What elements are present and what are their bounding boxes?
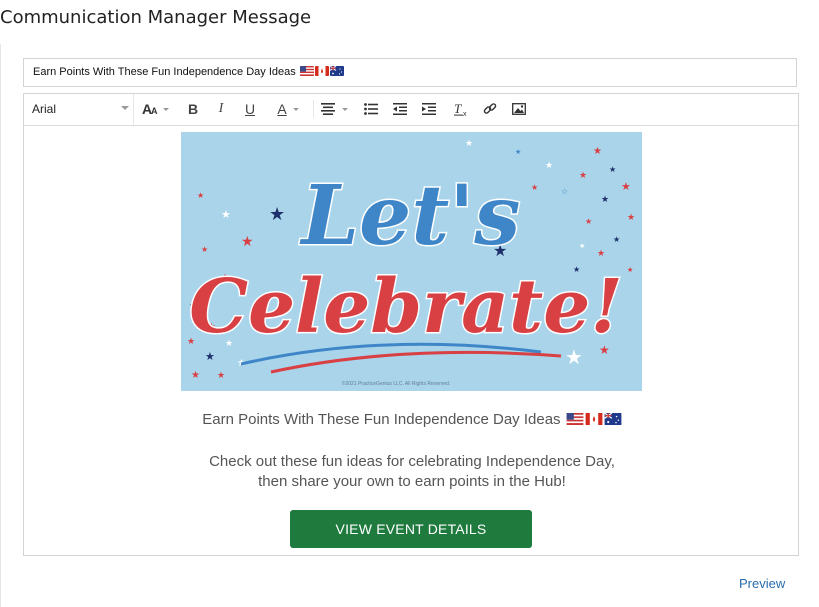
australia-flag-icon	[329, 66, 344, 76]
clear-format-button[interactable]: Tx	[452, 98, 470, 120]
outdent-icon	[393, 103, 407, 115]
chevron-down-icon	[121, 106, 129, 110]
left-divider	[0, 44, 1, 607]
align-icon	[320, 103, 335, 115]
image-icon	[512, 103, 526, 115]
svg-text:★: ★	[221, 209, 231, 221]
indent-icon	[422, 103, 436, 115]
page-title: Communication Manager Message	[0, 7, 312, 28]
underline-button[interactable]: U	[241, 98, 259, 120]
toolbar-divider	[313, 100, 314, 118]
canada-flag-icon	[585, 413, 603, 425]
link-button[interactable]	[481, 98, 499, 120]
svg-text:A: A	[151, 106, 158, 116]
svg-text:★: ★	[531, 183, 538, 192]
indent-button[interactable]	[420, 98, 438, 120]
banner-copyright: ©2021 PracticeGenius LLC. All Rights Res…	[342, 380, 450, 387]
message-body-line: Check out these fun ideas for celebratin…	[209, 453, 615, 470]
chevron-down-icon	[341, 107, 348, 111]
underline-icon: U	[244, 101, 256, 117]
italic-button[interactable]: I	[212, 98, 230, 120]
font-size-button[interactable]: AA	[141, 98, 169, 120]
svg-text:★: ★	[579, 242, 585, 250]
view-event-details-button[interactable]: VIEW EVENT DETAILS	[290, 510, 532, 548]
editor-toolbar: Arial AA B I U A T x	[24, 94, 798, 126]
subject-text: Earn Points With These Fun Independence …	[33, 66, 296, 78]
font-family-select[interactable]: Arial	[24, 94, 134, 125]
svg-text:★: ★	[601, 194, 609, 204]
celebrate-banner-image: ★ ★ ★ ★ ☆ ★ ★ ★ ★ ★ ★ ★ ★ ★ ★ ★ ★ ★ ★ ★ …	[181, 132, 642, 391]
bold-icon: B	[187, 101, 199, 117]
svg-text:★: ★	[593, 146, 602, 157]
svg-text:T: T	[454, 102, 462, 116]
svg-text:★: ★	[241, 233, 254, 249]
us-flag-icon	[299, 66, 314, 76]
link-icon	[483, 103, 497, 114]
svg-text:★: ★	[197, 191, 204, 200]
svg-text:★: ★	[609, 165, 616, 174]
message-heading: Earn Points With These Fun Independence …	[24, 411, 800, 428]
bullet-list-button[interactable]	[362, 98, 380, 120]
svg-text:★: ★	[515, 148, 521, 156]
svg-text:x: x	[463, 111, 467, 116]
svg-text:★: ★	[205, 351, 215, 363]
svg-text:★: ★	[627, 212, 635, 222]
text-color-button[interactable]: A	[269, 98, 307, 120]
banner-celebrate-text: Celebrate!	[189, 264, 623, 350]
bullet-list-icon	[364, 103, 378, 115]
us-flag-icon	[566, 413, 584, 425]
message-heading-text: Earn Points With These Fun Independence …	[202, 411, 561, 428]
svg-text:★: ★	[465, 138, 473, 148]
text-color-icon: A	[277, 101, 287, 117]
chevron-down-icon	[292, 107, 299, 111]
message-body: Check out these fun ideas for celebratin…	[24, 452, 800, 492]
svg-text:★: ★	[545, 160, 553, 170]
svg-text:★: ★	[579, 170, 587, 180]
message-body-line: then share your own to earn points in th…	[258, 473, 566, 490]
canada-flag-icon	[314, 66, 329, 76]
svg-text:★: ★	[565, 347, 583, 369]
font-family-value: Arial	[32, 102, 57, 116]
svg-text:★: ★	[613, 235, 620, 244]
align-button[interactable]	[316, 98, 352, 120]
svg-text:★: ★	[201, 245, 208, 254]
svg-text:★: ★	[585, 217, 592, 226]
svg-text:★: ★	[621, 181, 631, 193]
italic-icon: I	[218, 101, 224, 116]
svg-text:★: ★	[217, 370, 225, 380]
font-size-icon: AA	[142, 102, 158, 116]
svg-text:★: ★	[191, 370, 200, 381]
svg-text:★: ★	[627, 266, 633, 274]
bold-button[interactable]: B	[184, 98, 202, 120]
svg-text:★: ★	[597, 248, 605, 258]
outdent-button[interactable]	[391, 98, 409, 120]
svg-text:☆: ☆	[561, 187, 568, 196]
preview-link[interactable]: Preview	[739, 576, 785, 591]
subject-input[interactable]: Earn Points With These Fun Independence …	[23, 58, 797, 87]
banner-lets-text: Let's	[300, 168, 521, 264]
clear-format-icon: Tx	[453, 102, 467, 116]
image-button[interactable]	[510, 98, 528, 120]
message-editor[interactable]: Arial AA B I U A T x ★ ★ ★ ★ ☆ ★ ★ ★ ★ ★…	[23, 93, 799, 556]
australia-flag-icon	[603, 413, 622, 425]
svg-text:★: ★	[269, 204, 285, 224]
chevron-down-icon	[162, 107, 169, 111]
